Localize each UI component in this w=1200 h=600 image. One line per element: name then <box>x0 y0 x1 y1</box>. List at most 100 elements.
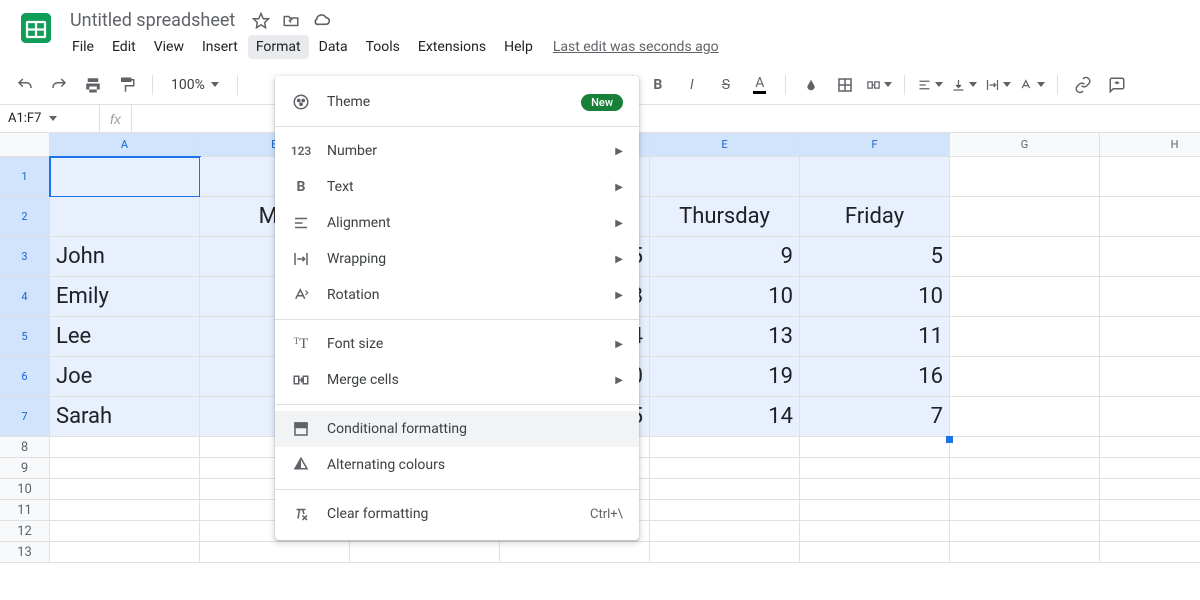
row-header[interactable]: 10 <box>0 479 50 500</box>
cell[interactable] <box>950 277 1100 317</box>
row-header[interactable]: 7 <box>0 397 50 437</box>
col-header[interactable]: H <box>1100 133 1200 157</box>
menu-format[interactable]: Format <box>248 35 309 59</box>
italic-icon[interactable]: I <box>679 72 705 98</box>
cell[interactable]: John <box>50 237 200 277</box>
menu-number[interactable]: 123 Number ▶ <box>275 133 639 169</box>
row-header[interactable]: 6 <box>0 357 50 397</box>
cell[interactable]: 19 <box>650 357 800 397</box>
cell[interactable] <box>800 479 950 500</box>
text-wrap-icon[interactable] <box>985 72 1011 98</box>
cell[interactable] <box>1100 542 1200 563</box>
cell[interactable] <box>50 437 200 458</box>
document-title[interactable]: Untitled spreadsheet <box>64 8 241 33</box>
cell[interactable]: 5 <box>800 237 950 277</box>
redo-icon[interactable] <box>46 72 72 98</box>
menu-clear-formatting[interactable]: Clear formatting Ctrl+\ <box>275 496 639 532</box>
row-header[interactable]: 11 <box>0 500 50 521</box>
cell[interactable] <box>50 197 200 237</box>
horizontal-align-icon[interactable] <box>917 72 943 98</box>
menu-alternating-colours[interactable]: Alternating colours <box>275 447 639 483</box>
menu-edit[interactable]: Edit <box>104 35 144 59</box>
fill-color-icon[interactable] <box>798 72 824 98</box>
cell[interactable] <box>1100 357 1200 397</box>
menu-wrapping[interactable]: Wrapping ▶ <box>275 241 639 277</box>
cell[interactable] <box>1100 157 1200 197</box>
zoom-select[interactable]: 100% <box>165 77 225 93</box>
vertical-align-icon[interactable] <box>951 72 977 98</box>
cell[interactable] <box>800 437 950 458</box>
cell[interactable]: Emily <box>50 277 200 317</box>
undo-icon[interactable] <box>12 72 38 98</box>
menu-conditional-formatting[interactable]: Conditional formatting <box>275 411 639 447</box>
cell[interactable]: 13 <box>650 317 800 357</box>
cell[interactable]: Friday <box>800 197 950 237</box>
cell[interactable] <box>1100 521 1200 542</box>
cell[interactable] <box>650 458 800 479</box>
cell[interactable] <box>950 500 1100 521</box>
cell[interactable] <box>800 458 950 479</box>
cell[interactable]: 16 <box>800 357 950 397</box>
cell[interactable] <box>1100 317 1200 357</box>
cell[interactable] <box>650 157 800 197</box>
cell[interactable] <box>1100 500 1200 521</box>
cell[interactable] <box>1100 437 1200 458</box>
menu-extensions[interactable]: Extensions <box>410 35 494 59</box>
menu-tools[interactable]: Tools <box>358 35 408 59</box>
select-all-corner[interactable] <box>0 133 50 157</box>
menu-help[interactable]: Help <box>496 35 541 59</box>
cell[interactable] <box>950 542 1100 563</box>
col-header[interactable]: A <box>50 133 200 157</box>
cell[interactable] <box>950 458 1100 479</box>
row-header[interactable]: 2 <box>0 197 50 237</box>
cell[interactable] <box>950 157 1100 197</box>
cell[interactable] <box>950 357 1100 397</box>
cell[interactable]: Sarah <box>50 397 200 437</box>
menu-insert[interactable]: Insert <box>194 35 246 59</box>
row-header[interactable]: 3 <box>0 237 50 277</box>
row-header[interactable]: 13 <box>0 542 50 563</box>
cell[interactable] <box>650 437 800 458</box>
cell[interactable]: 14 <box>650 397 800 437</box>
cell[interactable] <box>500 542 650 563</box>
cell[interactable] <box>1100 397 1200 437</box>
col-header[interactable]: E <box>650 133 800 157</box>
star-icon[interactable] <box>251 11 271 31</box>
cell[interactable] <box>1100 458 1200 479</box>
cell[interactable] <box>1100 479 1200 500</box>
print-icon[interactable] <box>80 72 106 98</box>
name-box[interactable]: A1:F7 <box>0 105 100 132</box>
cell[interactable] <box>200 542 350 563</box>
last-edit-link[interactable]: Last edit was seconds ago <box>553 39 719 55</box>
cell[interactable] <box>50 458 200 479</box>
menu-rotation[interactable]: Rotation ▶ <box>275 277 639 313</box>
row-header[interactable]: 8 <box>0 437 50 458</box>
cell[interactable]: Joe <box>50 357 200 397</box>
cell[interactable] <box>650 500 800 521</box>
cell[interactable]: 10 <box>650 277 800 317</box>
cell[interactable] <box>950 521 1100 542</box>
cell[interactable] <box>1100 237 1200 277</box>
move-icon[interactable] <box>281 11 301 31</box>
row-header[interactable]: 9 <box>0 458 50 479</box>
menu-font-size[interactable]: TT Font size ▶ <box>275 326 639 362</box>
selection-handle[interactable] <box>946 436 953 443</box>
row-header[interactable]: 1 <box>0 157 50 197</box>
insert-link-icon[interactable] <box>1070 72 1096 98</box>
cell[interactable] <box>50 542 200 563</box>
cell[interactable] <box>1100 277 1200 317</box>
cell[interactable] <box>350 542 500 563</box>
cell[interactable]: Lee <box>50 317 200 357</box>
cell[interactable]: 7 <box>800 397 950 437</box>
cell[interactable] <box>50 157 200 197</box>
cell[interactable] <box>950 437 1100 458</box>
cell[interactable] <box>800 157 950 197</box>
cell[interactable]: 11 <box>800 317 950 357</box>
cell[interactable] <box>650 542 800 563</box>
cell[interactable] <box>50 479 200 500</box>
cell[interactable] <box>800 500 950 521</box>
cell[interactable] <box>800 542 950 563</box>
text-rotation-icon[interactable] <box>1019 72 1045 98</box>
paint-format-icon[interactable] <box>114 72 140 98</box>
menu-view[interactable]: View <box>146 35 192 59</box>
